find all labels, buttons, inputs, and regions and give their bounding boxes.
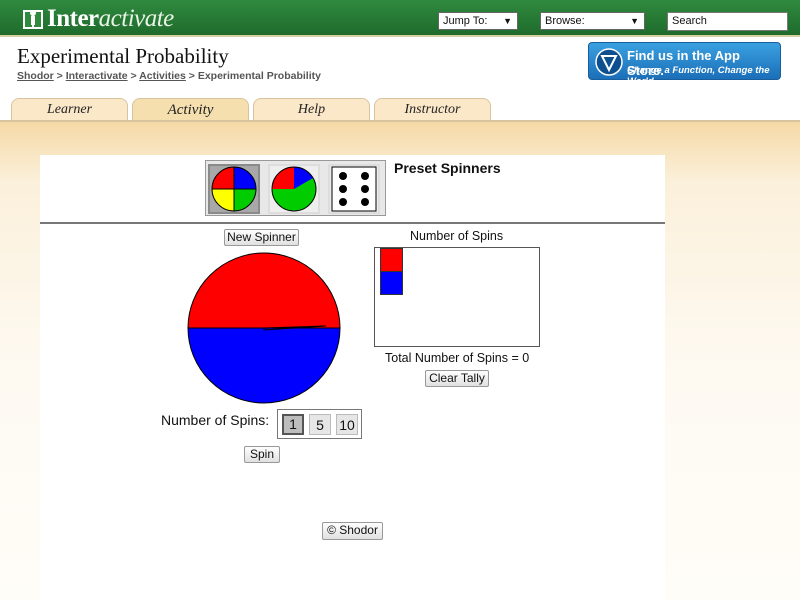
spin-count-1-button[interactable]: 1 [282,414,304,435]
app-store-tagline: Change a Function, Change the World [627,65,770,87]
app-store-banner[interactable]: Find us in the App Store. Change a Funct… [588,42,781,87]
spin-count-10-button[interactable]: 10 [336,414,358,435]
tab-help[interactable]: Help [253,98,370,121]
book-person-icon [23,10,43,29]
dropdown-arrow-icon: ▼ [503,16,512,26]
tab-baseline [0,120,800,122]
preset-four-color-spinner[interactable] [208,164,260,214]
spin-button[interactable]: Spin [244,446,280,463]
app-store-logo-icon [595,48,623,76]
breadcrumb-interactivate-link[interactable]: Interactivate [66,70,128,82]
preset-three-color-spinner[interactable] [268,164,320,214]
breadcrumb-current: Experimental Probability [197,70,321,82]
shodor-copyright-button[interactable]: © Shodor [322,522,383,540]
spinner-applet: Preset Spinners New Spinner Number of Sp… [40,155,665,600]
top-navigation-bar: Interactivate Jump To: ▼ Browse: ▼ Search [0,0,800,37]
total-spins-text: Total Number of Spins = 0 [385,351,530,365]
tally-chart [374,247,540,347]
page-title: Experimental Probability [17,44,229,68]
clear-tally-button[interactable]: Clear Tally [425,370,489,387]
spinner-wheel[interactable] [186,252,342,404]
number-of-spins-label: Number of Spins: [161,412,270,428]
new-spinner-button[interactable]: New Spinner [224,229,299,246]
spinner-sector-blue [187,327,341,404]
tab-learner[interactable]: Learner [11,98,128,121]
die-six-icon [331,166,377,212]
breadcrumb: Shodor > Interactivate > Activities > Ex… [17,70,321,82]
section-divider [40,222,665,224]
breadcrumb-activities-link[interactable]: Activities [139,70,186,82]
tally-title: Number of Spins [410,229,504,243]
tally-bar-red [380,248,403,272]
tab-bar: Learner Activity Help Instructor [0,98,800,122]
interactivate-logo[interactable]: Interactivate [22,5,174,32]
spin-count-selector: 1 5 10 [277,409,362,439]
dropdown-arrow-icon: ▼ [630,16,639,26]
tally-bar-blue [380,271,403,295]
tab-instructor[interactable]: Instructor [374,98,491,121]
three-color-spinner-icon [271,166,317,212]
spin-count-5-button[interactable]: 5 [309,414,331,435]
preset-spinners-label: Preset Spinners [394,160,501,176]
jump-to-select[interactable]: Jump To: ▼ [438,12,518,30]
preset-spinners-group [205,160,386,216]
preset-die[interactable] [328,164,380,214]
breadcrumb-shodor-link[interactable]: Shodor [17,70,54,82]
tab-activity[interactable]: Activity [132,98,249,122]
spinner-sector-red [187,252,341,329]
four-color-spinner-icon [211,166,257,212]
logo-text: Interactivate [47,5,174,32]
search-input[interactable]: Search [667,12,788,31]
browse-select[interactable]: Browse: ▼ [540,12,645,30]
